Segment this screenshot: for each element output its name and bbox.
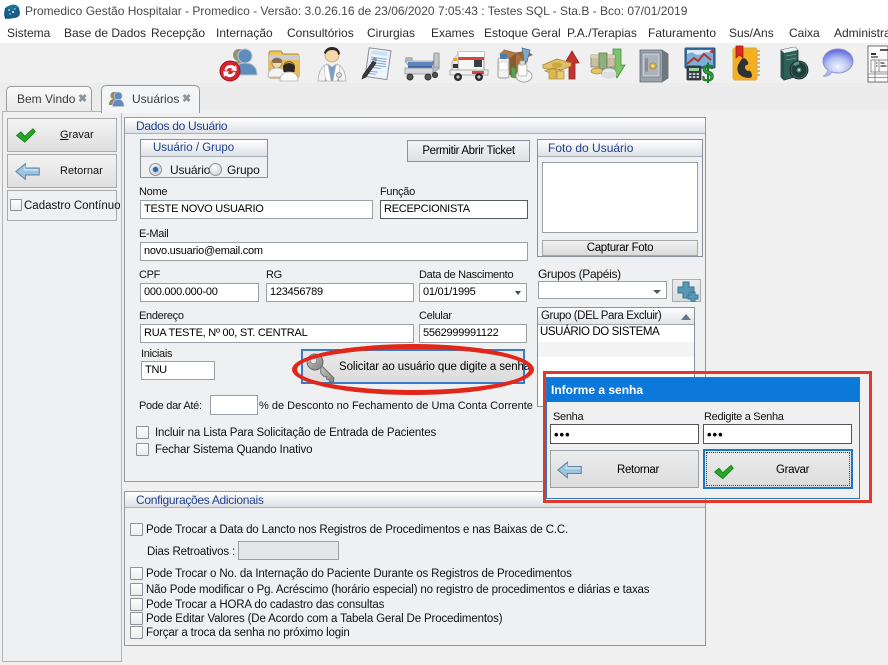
svg-text:$: $ [702, 61, 714, 84]
